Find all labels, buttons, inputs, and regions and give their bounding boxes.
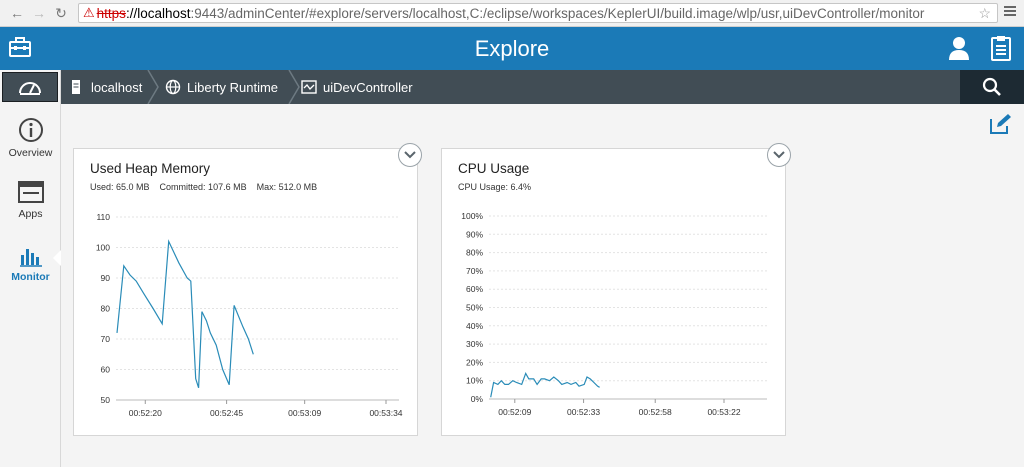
server-icon bbox=[72, 80, 80, 94]
cpu-usage-card: CPU Usage CPU Usage: 6.4% 100% 90% 80% 70% 6… bbox=[441, 148, 786, 436]
cpu-y-tick-label: 70% bbox=[466, 266, 483, 276]
breadcrumb-item-runtime[interactable]: Liberty Runtime bbox=[165, 70, 278, 104]
edit-icon[interactable] bbox=[988, 112, 1014, 136]
sidebar-item-apps[interactable]: Apps bbox=[0, 180, 61, 220]
app-header: Explore bbox=[0, 27, 1024, 70]
cpu-x-tick-label: 00:52:58 bbox=[639, 407, 672, 417]
heap-x-tick-label: 00:52:45 bbox=[210, 408, 243, 418]
breadcrumb-label: uiDevController bbox=[323, 79, 413, 95]
cpu-card-toggle[interactable] bbox=[767, 143, 791, 167]
breadcrumb-item-server[interactable]: localhost bbox=[71, 70, 142, 104]
sidebar-item-label: Monitor bbox=[11, 271, 50, 283]
info-icon bbox=[18, 118, 43, 142]
bookmark-star-icon[interactable]: ☆ bbox=[978, 5, 991, 22]
sidebar-item-label: Apps bbox=[18, 208, 43, 220]
globe-icon bbox=[165, 79, 181, 95]
server-instance-icon bbox=[301, 80, 317, 94]
dashboard-button[interactable] bbox=[2, 72, 58, 102]
heap-y-tick-label: 80 bbox=[101, 304, 111, 314]
user-icon[interactable] bbox=[946, 35, 972, 61]
cpu-y-tick-label: 0% bbox=[471, 394, 484, 404]
sidebar-item-overview[interactable]: Overview bbox=[0, 117, 61, 159]
main-content: Used Heap Memory Used: 65.0 MB Committed… bbox=[62, 104, 1024, 467]
url-path: :9443/adminCenter/#explore/servers/local… bbox=[190, 5, 925, 21]
heap-y-tick-label: 50 bbox=[101, 395, 111, 405]
sidebar-item-label: Overview bbox=[8, 147, 53, 159]
heap-y-tick-label: 110 bbox=[96, 212, 110, 222]
url-scheme: https bbox=[96, 5, 126, 21]
cpu-y-tick-label: 50% bbox=[466, 303, 483, 313]
cpu-y-tick-label: 100% bbox=[461, 211, 483, 221]
cpu-x-tick-label: 00:52:33 bbox=[567, 407, 600, 417]
url-host: ://localhost bbox=[125, 5, 191, 21]
cpu-y-tick-label: 90% bbox=[466, 229, 483, 239]
sidebar-item-monitor[interactable]: Monitor bbox=[0, 245, 61, 283]
heap-memory-card: Used Heap Memory Used: 65.0 MB Committed… bbox=[73, 148, 418, 436]
heap-x-tick-label: 00:53:09 bbox=[288, 408, 321, 418]
left-sidebar: Overview Apps Monitor bbox=[0, 70, 61, 467]
clipboard-icon[interactable] bbox=[988, 34, 1014, 62]
heap-y-tick-label: 90 bbox=[101, 273, 111, 283]
breadcrumb: localhost Liberty Runtime uiDevControlle… bbox=[61, 70, 1024, 104]
cpu-y-tick-label: 40% bbox=[466, 321, 483, 331]
browser-menu-icon[interactable] bbox=[1004, 4, 1018, 22]
monitor-bars-icon bbox=[19, 249, 42, 267]
search-button[interactable] bbox=[960, 70, 1024, 104]
search-icon bbox=[982, 77, 1001, 96]
cpu-chart: 100% 90% 80% 70% 60% 50% 40% 30% 20% 10% 0% 00:52:0… bbox=[461, 211, 767, 417]
heap-x-tick-label: 00:53:34 bbox=[369, 408, 402, 418]
chevron-down-icon bbox=[404, 151, 416, 159]
insecure-icon: ⚠ bbox=[83, 5, 95, 20]
back-icon[interactable]: ← bbox=[6, 2, 28, 24]
reload-icon[interactable]: ↻ bbox=[50, 2, 72, 24]
cpu-y-tick-label: 60% bbox=[466, 284, 483, 294]
browser-toolbar: ← → ↻ ⚠ https://localhost:9443/adminCent… bbox=[0, 0, 1024, 27]
cpu-x-tick-label: 00:53:22 bbox=[707, 407, 740, 417]
cpu-y-tick-label: 80% bbox=[466, 248, 483, 258]
forward-icon[interactable]: → bbox=[28, 2, 50, 24]
cpu-y-tick-label: 30% bbox=[466, 339, 483, 349]
breadcrumb-separator bbox=[288, 70, 300, 104]
apps-window-icon bbox=[17, 181, 44, 203]
gauge-icon bbox=[19, 82, 41, 95]
heap-series-line bbox=[116, 239, 254, 388]
heap-x-tick-label: 00:52:20 bbox=[129, 408, 162, 418]
cpu-series-line bbox=[490, 371, 600, 398]
breadcrumb-label: localhost bbox=[91, 79, 143, 95]
toolbox-icon[interactable] bbox=[6, 33, 34, 63]
heap-card-toggle[interactable] bbox=[398, 143, 422, 167]
heap-y-tick-label: 100 bbox=[96, 243, 110, 253]
cpu-y-tick-label: 20% bbox=[466, 357, 483, 367]
breadcrumb-label: Liberty Runtime bbox=[187, 79, 279, 95]
heap-y-tick-label: 60 bbox=[101, 365, 111, 375]
active-indicator bbox=[53, 250, 61, 266]
page-title: Explore bbox=[474, 35, 550, 61]
chevron-down-icon bbox=[773, 151, 785, 159]
address-bar[interactable]: ⚠ https://localhost:9443/adminCenter/#ex… bbox=[78, 3, 998, 23]
cpu-y-tick-label: 10% bbox=[466, 376, 483, 386]
breadcrumb-item-server-instance[interactable]: uiDevController bbox=[301, 70, 413, 104]
heap-chart: 110 100 90 80 70 60 50 00:52:20 00:52:45 00:53:09… bbox=[96, 212, 403, 418]
breadcrumb-separator bbox=[147, 70, 159, 104]
cpu-x-tick-label: 00:52:09 bbox=[498, 407, 531, 417]
heap-y-tick-label: 70 bbox=[101, 334, 111, 344]
